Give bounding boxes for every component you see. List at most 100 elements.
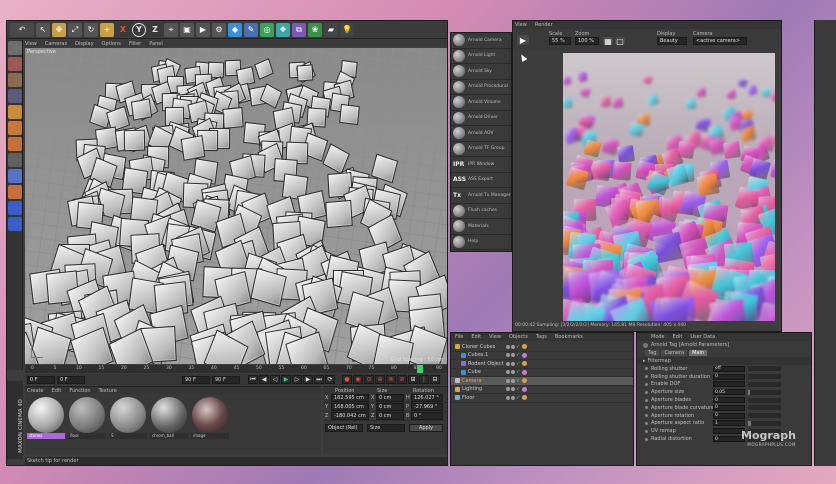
attribute-value-field[interactable]: [713, 381, 745, 388]
axis-x-button[interactable]: X: [116, 22, 130, 37]
polygons-mode-icon[interactable]: [8, 137, 22, 151]
render-dot-icon[interactable]: [511, 370, 515, 375]
zoom-field[interactable]: 100 %: [575, 37, 599, 45]
viewport-menu-options[interactable]: Options: [102, 41, 121, 47]
object-row[interactable]: Camera ✓: [451, 377, 633, 386]
arnold-menu-item[interactable]: Flush caches: [451, 204, 511, 219]
light-icon[interactable]: 💡: [340, 22, 354, 37]
scale-field[interactable]: 55 %: [549, 37, 571, 45]
edges-mode-icon[interactable]: [8, 121, 22, 135]
render-dot-icon[interactable]: [511, 353, 515, 358]
am-menu-edit[interactable]: Edit: [673, 334, 683, 340]
render-play-icon[interactable]: ▶: [517, 35, 529, 45]
start-frame-field[interactable]: 0 F: [27, 375, 55, 384]
material-menu-create[interactable]: Create: [27, 388, 44, 394]
visibility-dot-icon[interactable]: [506, 395, 510, 400]
material-menu-function[interactable]: Function: [69, 388, 90, 394]
enable-check-icon[interactable]: ✓: [516, 352, 520, 358]
points-mode-icon[interactable]: [8, 105, 22, 119]
tab-main[interactable]: Main: [689, 350, 708, 356]
timeline-playhead[interactable]: [417, 365, 423, 373]
deformer-icon[interactable]: ⧉: [292, 22, 306, 37]
visibility-dot-icon[interactable]: [506, 361, 510, 366]
camera-icon[interactable]: ▰: [324, 22, 338, 37]
autokey-icon[interactable]: ◉: [353, 375, 363, 384]
object-tag-icon[interactable]: [522, 344, 528, 350]
render-region-toggle-icon[interactable]: ▢: [615, 37, 625, 46]
om-menu-file[interactable]: File: [455, 334, 463, 340]
om-menu-edit[interactable]: Edit: [471, 334, 481, 340]
attribute-slider[interactable]: [748, 413, 781, 419]
motion-icon[interactable]: ⊟: [430, 375, 440, 384]
rotate-icon[interactable]: ↻: [84, 22, 98, 37]
key-scale-icon[interactable]: ⊗: [386, 375, 396, 384]
arnold-menu-item[interactable]: Arnold TF Group: [451, 142, 511, 157]
attribute-value-field[interactable]: 0: [713, 373, 745, 380]
am-menu-mode[interactable]: Mode: [651, 334, 665, 340]
material-swatch[interactable]: S: [109, 397, 147, 439]
attribute-value-field[interactable]: 0: [713, 397, 745, 404]
attribute-slider[interactable]: [748, 397, 781, 403]
display-select[interactable]: Beauty: [657, 37, 687, 45]
coordinate-system-icon[interactable]: ⌖: [164, 22, 178, 37]
visibility-dot-icon[interactable]: [506, 370, 510, 375]
key-rotation-icon[interactable]: ⊘: [397, 375, 407, 384]
enable-check-icon[interactable]: ✓: [516, 361, 520, 367]
key-param-icon[interactable]: ⊞: [408, 375, 418, 384]
attribute-value-field[interactable]: 0: [713, 404, 745, 411]
enable-check-icon[interactable]: ✓: [516, 386, 520, 392]
attribute-slider[interactable]: [748, 405, 781, 411]
object-row[interactable]: Rodent Object ✓: [451, 360, 633, 369]
coordinate-mode-select[interactable]: Object (Rel): [325, 424, 363, 432]
camera-select[interactable]: <active camera>: [693, 37, 747, 45]
om-menu-objects[interactable]: Objects: [509, 334, 528, 340]
object-tag-icon[interactable]: [522, 352, 528, 358]
arnold-menu-item[interactable]: Arnold Driver: [451, 111, 511, 126]
add-icon[interactable]: +: [100, 22, 114, 37]
render-dot-icon[interactable]: [511, 361, 515, 366]
material-swatch[interactable]: image: [191, 397, 229, 439]
subdivision-icon[interactable]: ◎: [260, 22, 274, 37]
render-view-icon[interactable]: ▶: [196, 22, 210, 37]
arnold-menu-item[interactable]: Help: [451, 235, 511, 250]
object-row[interactable]: Lighting ✓: [451, 386, 633, 394]
object-row[interactable]: Cubes.1 ✓: [451, 352, 633, 360]
record-icon[interactable]: ●: [342, 375, 352, 384]
object-row[interactable]: Floor ✓: [451, 394, 633, 403]
scale-icon[interactable]: ⤢: [68, 22, 82, 37]
render-view-menu-render[interactable]: Render: [535, 22, 553, 28]
preview-end-field[interactable]: 90 F: [212, 375, 240, 384]
render-dot-icon[interactable]: [511, 344, 515, 349]
attribute-slider[interactable]: [748, 374, 781, 380]
object-row[interactable]: Cube ✓: [451, 369, 633, 377]
visibility-dot-icon[interactable]: [506, 387, 510, 392]
render-settings-icon[interactable]: ⚙: [212, 22, 226, 37]
render-dot-icon[interactable]: [511, 395, 515, 400]
viewport-menu-view[interactable]: View: [25, 41, 37, 47]
go-to-end-icon[interactable]: ⏭: [314, 375, 324, 384]
size-field[interactable]: 0 cm: [376, 412, 404, 420]
arnold-menu-item[interactable]: Arnold Camera: [451, 33, 511, 49]
attribute-value-field[interactable]: off: [713, 365, 745, 372]
cube-primitive-icon[interactable]: ◆: [228, 22, 242, 37]
render-canvas[interactable]: [563, 53, 775, 321]
tweak-mode-icon[interactable]: [8, 169, 22, 183]
select-icon[interactable]: ↖: [36, 22, 50, 37]
enable-check-icon[interactable]: ✓: [516, 395, 520, 401]
arnold-menu-item[interactable]: Arnold Procedural: [451, 80, 511, 95]
object-tag-icon[interactable]: [522, 369, 528, 375]
move-icon[interactable]: ✥: [52, 22, 66, 37]
loop-icon[interactable]: ⟳: [325, 375, 335, 384]
tab-tag[interactable]: Tag: [645, 350, 660, 356]
material-swatch[interactable]: chrom_ball: [150, 397, 188, 439]
apply-button[interactable]: Apply: [409, 424, 443, 432]
render-region-icon[interactable]: ▣: [180, 22, 194, 37]
keyframe-selection-icon[interactable]: ⊙: [364, 375, 374, 384]
attribute-slider[interactable]: [748, 366, 781, 372]
key-position-icon[interactable]: ⊕: [375, 375, 385, 384]
object-tag-icon[interactable]: [522, 378, 528, 384]
environment-icon[interactable]: ❀: [308, 22, 322, 37]
prev-frame-icon[interactable]: ◁: [270, 375, 280, 384]
undo-icon[interactable]: ↶: [10, 22, 34, 37]
visibility-dot-icon[interactable]: [506, 353, 510, 358]
